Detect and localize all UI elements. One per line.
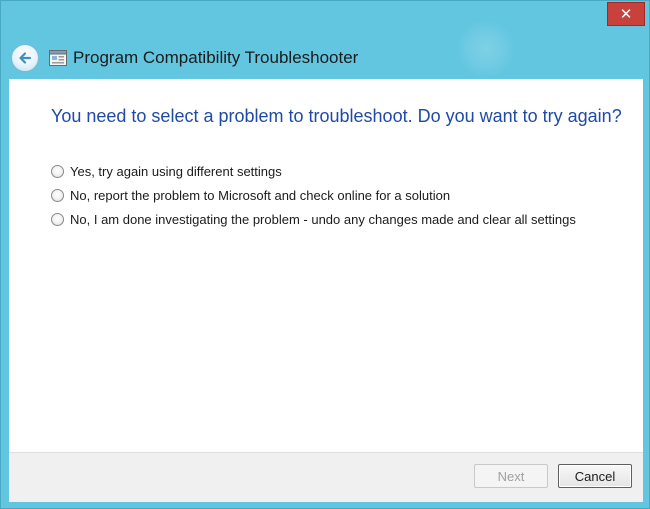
option-report-problem-label: No, report the problem to Microsoft and … <box>70 187 451 203</box>
cancel-button[interactable]: Cancel <box>558 464 632 488</box>
window-title: Program Compatibility Troubleshooter <box>73 48 359 67</box>
page-heading: You need to select a problem to troubles… <box>51 106 622 126</box>
back-button[interactable] <box>11 44 39 72</box>
troubleshooter-app-icon <box>49 50 67 66</box>
troubleshooter-window: ✕ Program Compatibility Troubleshooter Y… <box>0 0 650 509</box>
title-bar: Program Compatibility Troubleshooter <box>1 37 650 79</box>
option-done-investigating[interactable]: No, I am done investigating the problem … <box>51 207 576 231</box>
option-report-problem[interactable]: No, report the problem to Microsoft and … <box>51 183 576 207</box>
next-button[interactable]: Next <box>474 464 548 488</box>
option-try-again[interactable]: Yes, try again using different settings <box>51 159 576 183</box>
close-button[interactable]: ✕ <box>607 2 645 26</box>
content-panel: You need to select a problem to troubles… <box>9 79 643 452</box>
back-arrow-icon <box>19 52 32 64</box>
close-icon: ✕ <box>619 5 633 23</box>
option-report-problem-radio[interactable] <box>51 188 64 202</box>
option-list: Yes, try again using different settings … <box>51 159 576 231</box>
footer-bar: Next Cancel <box>9 452 643 502</box>
option-try-again-label: Yes, try again using different settings <box>70 163 282 179</box>
option-done-investigating-label: No, I am done investigating the problem … <box>70 211 576 227</box>
option-try-again-radio[interactable] <box>51 164 64 178</box>
option-done-investigating-radio[interactable] <box>51 212 64 226</box>
